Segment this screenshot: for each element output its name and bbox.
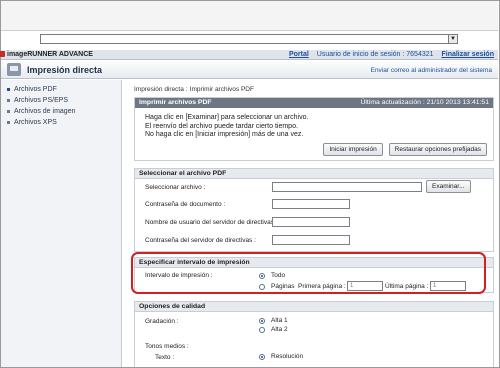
- policy-password-field[interactable]: [272, 235, 350, 245]
- text-resolution-radio[interactable]: [259, 354, 265, 360]
- address-bar[interactable]: ▼: [40, 34, 458, 44]
- sidebar: Archivos PDF Archivos PS/EPS Archivos de…: [1, 80, 122, 367]
- highlight-annotation: [131, 252, 486, 294]
- mail-admin-link[interactable]: Enviar correo al administrador del siste…: [371, 67, 492, 74]
- file-path-input[interactable]: [272, 182, 422, 192]
- bullet-icon: [7, 109, 10, 113]
- bullet-icon: [7, 87, 10, 91]
- gradation-high1-radio[interactable]: [259, 318, 265, 324]
- halftones-label: Tonos medios :: [145, 343, 189, 350]
- select-file-header: Seleccionar el archivo PDF: [135, 169, 493, 179]
- sidebar-item-label: Archivos PDF: [14, 86, 57, 93]
- gradation-high2-label: Alta 2: [271, 326, 288, 333]
- quality-header: Opciones de calidad: [135, 302, 493, 312]
- policy-user-field[interactable]: [272, 217, 350, 227]
- sidebar-item-xps[interactable]: Archivos XPS: [1, 117, 121, 128]
- breadcrumb-first[interactable]: Impresión directa: [134, 86, 184, 93]
- logout-link[interactable]: Finalizar sesión: [441, 51, 494, 58]
- text-resolution-label: Resolución: [271, 353, 304, 360]
- sidebar-item-ps-eps[interactable]: Archivos PS/EPS: [1, 95, 121, 106]
- restore-defaults-button[interactable]: Restaurar opciones prefijadas: [388, 143, 487, 156]
- browser-toolbar: [1, 1, 498, 31]
- main-content: Impresión directa: Imprimir archivos PDF …: [124, 80, 498, 367]
- sidebar-item-label: Archivos PS/EPS: [14, 97, 69, 104]
- page-titlebar: Impresión directa Enviar correo al admin…: [1, 61, 498, 79]
- quality-panel: Opciones de calidad Gradación : Alta 1 A…: [134, 301, 494, 367]
- print-panel-header: Imprimir archivos PDF Última actualizaci…: [135, 98, 493, 108]
- bullet-icon: [7, 98, 10, 102]
- browse-button[interactable]: Examinar...: [426, 180, 471, 193]
- last-updated: Última actualización : 21/10 2013 13:41:…: [360, 99, 489, 106]
- print-panel: Imprimir archivos PDF Última actualizaci…: [134, 97, 494, 161]
- policy-password-label: Contraseña del servidor de directivas :: [145, 237, 256, 244]
- page-title: Impresión directa: [27, 65, 103, 75]
- canon-logo-icon: [0, 51, 5, 57]
- gradation-high2-radio[interactable]: [259, 327, 265, 333]
- portal-link[interactable]: Portal: [289, 51, 309, 58]
- breadcrumb-second: Imprimir archivos PDF: [189, 86, 254, 93]
- bullet-icon: [7, 120, 10, 124]
- instructions: Haga clic en [Examinar] para seleccionar…: [145, 114, 309, 138]
- sidebar-item-label: Archivos de imagen: [14, 108, 76, 115]
- start-print-button[interactable]: Iniciar impresión: [323, 143, 383, 156]
- printer-icon: [7, 63, 21, 76]
- text-label: Texto :: [155, 354, 175, 361]
- policy-user-label: Nombre de usuario del servidor de direct…: [145, 219, 278, 226]
- gradation-label: Gradación :: [145, 318, 179, 325]
- login-user-label: Usuario de inicio de sesión : 7654321: [316, 51, 434, 58]
- sidebar-item-image[interactable]: Archivos de imagen: [1, 106, 121, 117]
- breadcrumb: Impresión directa: Imprimir archivos PDF: [134, 86, 254, 93]
- app-header: imageRUNNER ADVANCE Portal Usuario de in…: [0, 50, 498, 60]
- sidebar-item-label: Archivos XPS: [14, 119, 57, 126]
- select-file-panel: Seleccionar el archivo PDF Seleccionar a…: [134, 168, 494, 252]
- chevron-down-icon[interactable]: ▼: [448, 35, 457, 43]
- sidebar-item-pdf[interactable]: Archivos PDF: [1, 84, 121, 95]
- gradation-high1-label: Alta 1: [271, 317, 288, 324]
- doc-password-label: Contraseña de documento :: [145, 201, 226, 208]
- select-file-label: Seleccionar archivo :: [145, 184, 206, 191]
- doc-password-field[interactable]: [272, 199, 350, 209]
- brand-name: imageRUNNER ADVANCE: [7, 51, 93, 58]
